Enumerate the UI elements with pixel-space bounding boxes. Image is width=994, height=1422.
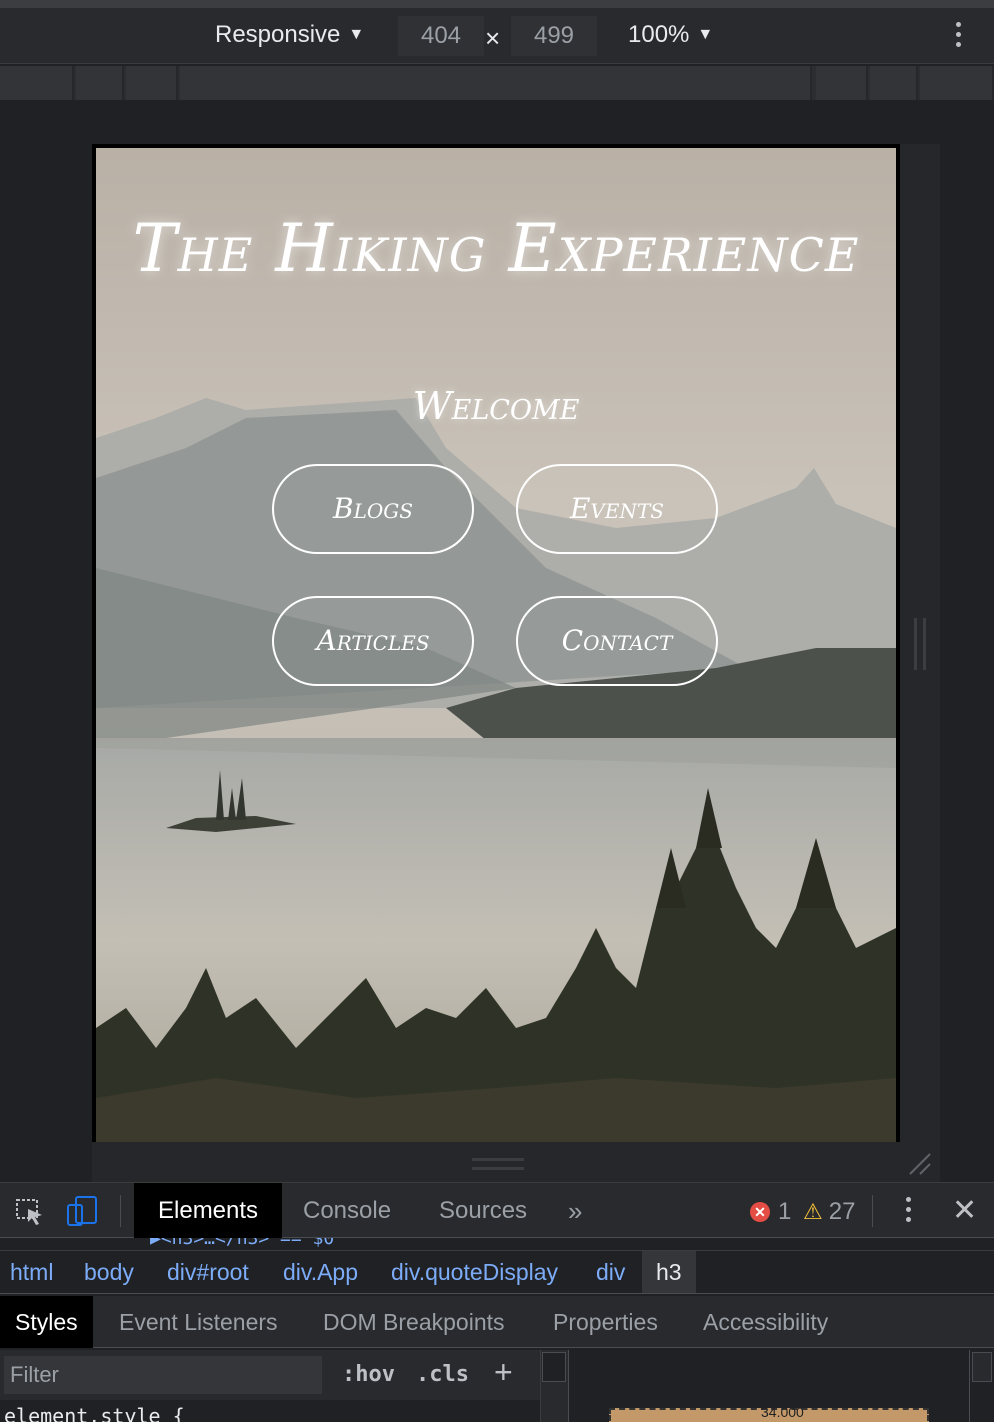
- chevron-down-icon: ▼: [348, 26, 365, 43]
- resize-corner-icon[interactable]: [906, 1150, 932, 1176]
- tab-sources[interactable]: Sources: [439, 1183, 527, 1239]
- contact-button[interactable]: Contact: [516, 596, 718, 686]
- kebab-menu-icon[interactable]: [902, 1197, 914, 1227]
- device-toggle-icon[interactable]: [66, 1195, 98, 1227]
- events-button[interactable]: Events: [516, 464, 718, 554]
- device-mode-label: Responsive: [215, 21, 341, 48]
- tab-dom-breakpoints[interactable]: DOM Breakpoints: [323, 1296, 505, 1348]
- articles-button[interactable]: Articles: [272, 596, 474, 686]
- error-counter[interactable]: ✕ 1: [750, 1198, 791, 1226]
- new-style-rule-button[interactable]: +: [494, 1354, 513, 1391]
- device-toolbar: Responsive ▼ 404 × 499 100% ▼: [0, 8, 994, 64]
- computed-pane: 34.000: [568, 1350, 994, 1422]
- box-model-diagram: 34.000: [609, 1404, 929, 1422]
- media-query-bar: [0, 66, 994, 100]
- media-query-segment[interactable]: [126, 66, 178, 100]
- tab-accessibility[interactable]: Accessibility: [703, 1296, 828, 1348]
- viewport-height-input[interactable]: 499: [511, 16, 597, 56]
- box-model-value: 34.000: [761, 1404, 804, 1420]
- breadcrumb-div[interactable]: div: [596, 1251, 625, 1293]
- media-query-segment[interactable]: [870, 66, 918, 100]
- welcome-heading: Welcome: [412, 384, 580, 428]
- breadcrumb-h3[interactable]: h3: [642, 1251, 696, 1293]
- warning-counter[interactable]: ⚠ 27: [803, 1198, 855, 1226]
- more-tabs-icon[interactable]: »: [568, 1183, 582, 1239]
- class-toggle[interactable]: .cls: [416, 1362, 469, 1387]
- dimension-separator: ×: [485, 23, 501, 53]
- tab-console[interactable]: Console: [303, 1183, 391, 1239]
- tab-properties[interactable]: Properties: [553, 1296, 658, 1348]
- site-title: The Hiking Experience: [132, 210, 860, 287]
- resize-grip-right[interactable]: [914, 618, 926, 670]
- zoom-dropdown[interactable]: 100% ▼: [628, 21, 713, 49]
- tab-event-listeners[interactable]: Event Listeners: [119, 1296, 278, 1348]
- selected-dom-node[interactable]: ▶<h3>…</h3> == $0: [150, 1238, 334, 1249]
- styles-filter-input[interactable]: Filter: [4, 1356, 322, 1394]
- computed-scrollbar[interactable]: [969, 1350, 994, 1422]
- dom-tree-fragment: ▶<h3>…</h3> == $0: [0, 1238, 994, 1250]
- kebab-menu-icon[interactable]: [952, 22, 964, 52]
- breadcrumb-app[interactable]: div.App: [283, 1251, 358, 1293]
- breadcrumb-root[interactable]: div#root: [167, 1251, 249, 1293]
- hiking-page: The Hiking Experience Welcome Blogs Even…: [96, 148, 896, 1142]
- viewport-width-input[interactable]: 404: [398, 16, 484, 56]
- device-mode-dropdown[interactable]: Responsive ▼: [215, 21, 364, 49]
- tab-elements[interactable]: Elements: [134, 1183, 283, 1239]
- hover-state-toggle[interactable]: :hov: [342, 1362, 395, 1387]
- error-icon: ✕: [750, 1202, 770, 1222]
- element-style-rule[interactable]: element.style {: [4, 1404, 185, 1422]
- mountain-lake-background: [96, 148, 896, 1142]
- warning-count: 27: [828, 1198, 856, 1225]
- blogs-button[interactable]: Blogs: [272, 464, 474, 554]
- styles-filter-row: Filter :hov .cls +: [0, 1350, 540, 1400]
- chevron-down-icon: ▼: [697, 26, 714, 43]
- styles-scrollbar[interactable]: [540, 1350, 568, 1422]
- toolbar-divider: [872, 1195, 873, 1227]
- tab-styles[interactable]: Styles: [0, 1296, 93, 1348]
- zoom-label: 100%: [628, 21, 690, 48]
- breadcrumb: html body div#root div.App div.quoteDisp…: [0, 1250, 994, 1294]
- window-top-strip: [0, 0, 994, 8]
- media-query-segment[interactable]: [920, 66, 994, 100]
- devtools-toolbar: Elements Console Sources » ✕ 1 ⚠ 27 ✕: [0, 1182, 994, 1239]
- toolbar-divider: [120, 1195, 121, 1227]
- breadcrumb-html[interactable]: html: [10, 1251, 53, 1293]
- media-query-segment[interactable]: [76, 66, 124, 100]
- styles-pane: element.style {: [0, 1400, 540, 1422]
- styles-subtabs: Styles Event Listeners DOM Breakpoints P…: [0, 1296, 994, 1348]
- error-count: 1: [778, 1198, 792, 1225]
- warning-icon: ⚠: [803, 1199, 823, 1224]
- resize-grip-bottom[interactable]: [472, 1158, 524, 1170]
- media-query-segment[interactable]: [0, 66, 74, 100]
- close-icon[interactable]: ✕: [952, 1193, 977, 1228]
- breadcrumb-body[interactable]: body: [84, 1251, 134, 1293]
- device-frame: The Hiking Experience Welcome Blogs Even…: [92, 144, 900, 1142]
- media-query-segment[interactable]: [816, 66, 868, 100]
- media-query-segment[interactable]: [180, 66, 812, 100]
- breadcrumb-quote-display[interactable]: div.quoteDisplay: [391, 1251, 558, 1293]
- inspect-element-icon[interactable]: [14, 1195, 46, 1227]
